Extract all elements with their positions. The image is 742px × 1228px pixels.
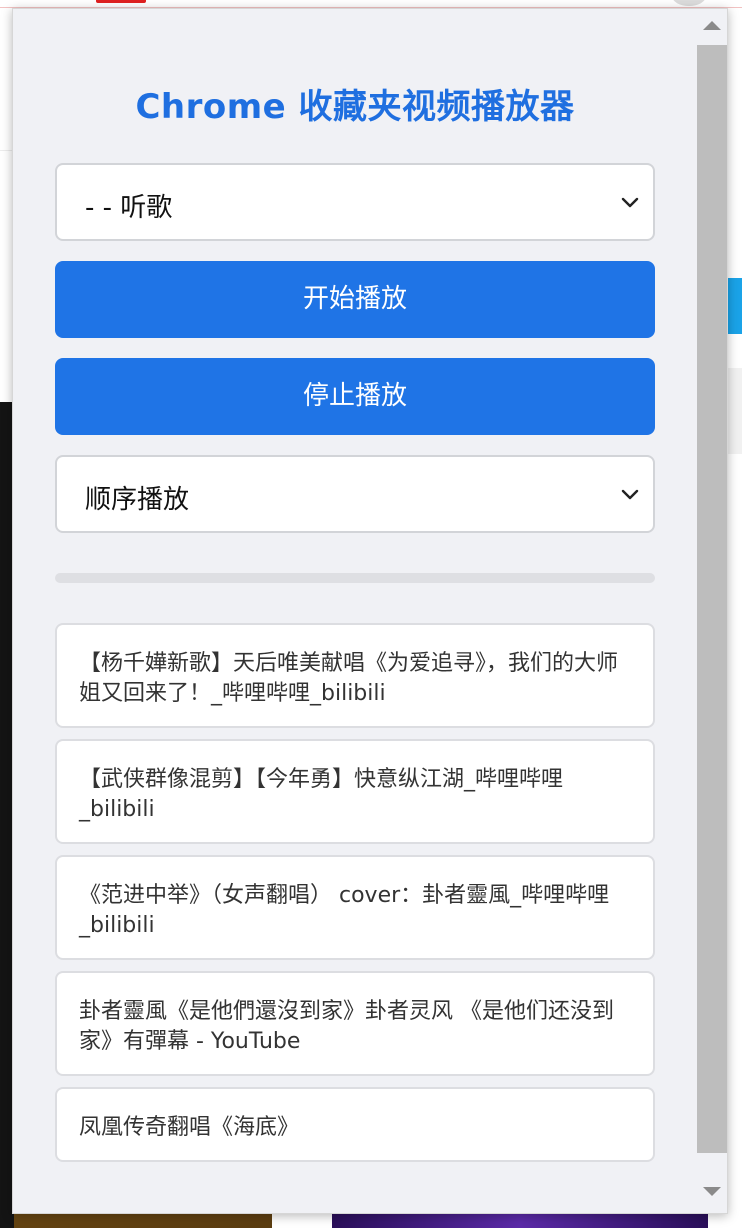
background-blue-button bbox=[728, 278, 742, 334]
play-mode-select-value: 顺序播放 bbox=[85, 485, 190, 515]
video-list-item[interactable]: 凤凰传奇翻唱《海底》 bbox=[55, 1087, 655, 1162]
background-grey-block bbox=[728, 368, 742, 454]
chevron-down-icon bbox=[621, 489, 639, 500]
popup-scrollbar[interactable] bbox=[697, 9, 727, 1213]
play-progress-bar bbox=[55, 573, 655, 583]
background-red-tab bbox=[96, 0, 146, 3]
folder-select[interactable]: - - 听歌 bbox=[55, 163, 655, 241]
play-mode-select[interactable]: 顺序播放 bbox=[55, 455, 655, 533]
scrollbar-thumb[interactable] bbox=[697, 45, 727, 1153]
video-list-item[interactable]: 《范进中举》（女声翻唱） cover：卦者靈風_哔哩哔哩_bilibili bbox=[55, 855, 655, 960]
scroll-down-arrow-icon[interactable] bbox=[703, 1187, 721, 1196]
video-list-item[interactable]: 【杨千嬅新歌】天后唯美献唱《为爱追寻》，我们的大师姐又回来了！_哔哩哔哩_bil… bbox=[55, 623, 655, 728]
chevron-down-icon bbox=[621, 197, 639, 208]
background-avatar bbox=[672, 0, 706, 6]
video-list-item[interactable]: 【武侠群像混剪】【今年勇】快意纵江湖_哔哩哔哩_bilibili bbox=[55, 739, 655, 844]
popup-title: Chrome 收藏夹视频播放器 bbox=[135, 87, 575, 127]
background-page-topbar bbox=[0, 0, 742, 8]
video-list-item[interactable]: 卦者靈風《是他們還沒到家》卦者灵风 《是他们还没到家》有彈幕 - YouTube bbox=[55, 971, 655, 1076]
stop-play-button[interactable]: 停止播放 bbox=[55, 358, 655, 435]
video-player-popup: Chrome 收藏夹视频播放器 - - 听歌 开始播放 停止播放 顺序播放 【杨… bbox=[12, 8, 728, 1214]
folder-select-value: - - 听歌 bbox=[85, 193, 173, 223]
scroll-up-arrow-icon[interactable] bbox=[703, 21, 721, 30]
video-list: 【杨千嬅新歌】天后唯美献唱《为爱追寻》，我们的大师姐又回来了！_哔哩哔哩_bil… bbox=[55, 623, 655, 1173]
start-play-button[interactable]: 开始播放 bbox=[55, 261, 655, 338]
popup-content: Chrome 收藏夹视频播放器 - - 听歌 开始播放 停止播放 顺序播放 【杨… bbox=[13, 9, 697, 1213]
